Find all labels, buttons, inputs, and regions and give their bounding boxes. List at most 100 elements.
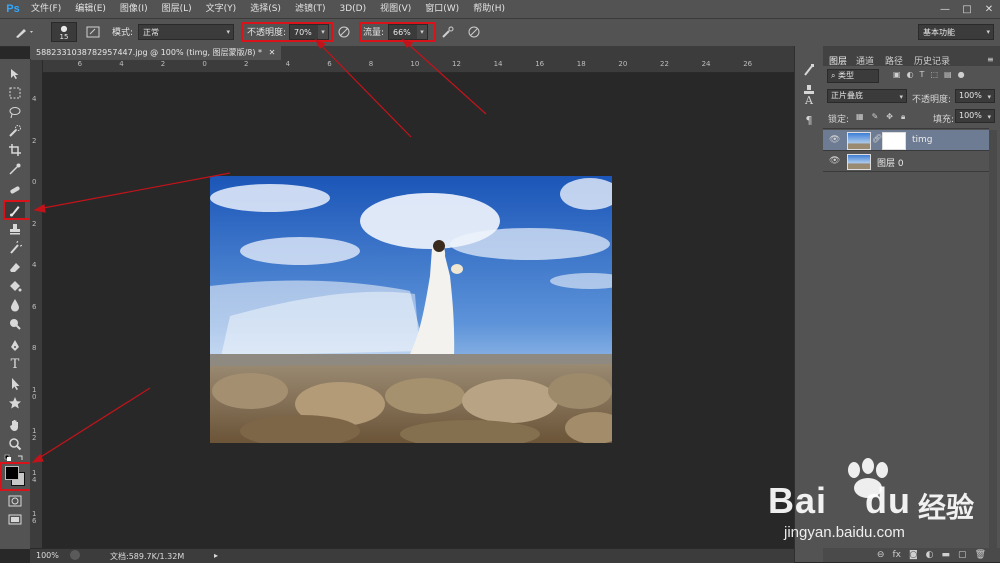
panel-menu-icon[interactable]: ≡ bbox=[987, 55, 994, 64]
layer-opacity-input[interactable]: 100% ▾ bbox=[955, 89, 995, 103]
pressure-size-icon[interactable] bbox=[466, 24, 482, 40]
filter-toggle-icon[interactable]: ● bbox=[958, 70, 965, 79]
menu-item[interactable]: 帮助(H) bbox=[466, 0, 512, 18]
lock-transparency-icon[interactable]: ▦ bbox=[856, 112, 864, 122]
shape-filter-icon[interactable]: ⬚ bbox=[930, 70, 938, 79]
blend-mode-select[interactable]: 正片叠底 ▾ bbox=[827, 89, 907, 103]
tab-paths[interactable]: 路径 bbox=[885, 54, 903, 67]
ruler-tick-label: 24 bbox=[701, 60, 711, 68]
brush-tool-preset-icon[interactable] bbox=[12, 24, 38, 40]
document-tab[interactable]: 588233103878295744​7.jpg @ 100% (timg, 图… bbox=[30, 46, 282, 60]
close-icon[interactable]: ✕ bbox=[269, 48, 276, 57]
layer-mask-thumbnail[interactable] bbox=[882, 132, 906, 150]
menu-item[interactable]: 滤镜(T) bbox=[288, 0, 333, 18]
lock-position-icon[interactable]: ✥ bbox=[886, 112, 893, 122]
mode-select[interactable]: 正常 ▾ bbox=[138, 24, 234, 40]
link-layers-icon[interactable]: ⊖ bbox=[877, 550, 885, 560]
brush-size-picker[interactable]: ● 15 bbox=[51, 22, 77, 42]
smart-object-filter-icon[interactable]: ▤ bbox=[944, 70, 952, 79]
document-image[interactable] bbox=[210, 176, 612, 443]
layers-panel-tabs bbox=[823, 46, 1000, 66]
new-group-icon[interactable]: ▬ bbox=[942, 550, 951, 560]
menu-item[interactable]: 选择(S) bbox=[243, 0, 288, 18]
eraser-tool-icon[interactable] bbox=[5, 258, 25, 275]
type-tool-icon[interactable]: T bbox=[5, 356, 25, 373]
document-tab-title: 588233103878295744​7.jpg @ 100% (timg, 图… bbox=[36, 48, 263, 57]
type-filter-icon[interactable]: T bbox=[920, 70, 925, 79]
fill-input[interactable]: 100% ▾ bbox=[955, 109, 995, 123]
menu-item[interactable]: 窗口(W) bbox=[418, 0, 466, 18]
tab-history[interactable]: 历史记录 bbox=[914, 54, 950, 67]
chevron-right-icon[interactable]: ▸ bbox=[214, 551, 218, 560]
new-layer-icon[interactable]: ▢ bbox=[958, 550, 967, 560]
hand-tool-icon[interactable] bbox=[5, 416, 25, 433]
trash-icon[interactable]: 🗑︎ bbox=[975, 550, 986, 560]
pixel-filter-icon[interactable]: ▣ bbox=[893, 70, 901, 79]
eyedropper-tool-icon[interactable] bbox=[5, 160, 25, 177]
crop-tool-icon[interactable] bbox=[5, 141, 25, 158]
menu-item[interactable]: 视图(V) bbox=[373, 0, 418, 18]
layer-filter-value: 类型 bbox=[838, 71, 855, 80]
eye-icon[interactable]: 👁︎ bbox=[829, 135, 840, 145]
layer-name: timg bbox=[912, 135, 933, 145]
menu-item[interactable]: 图像(I) bbox=[113, 0, 155, 18]
layer-row-layer0[interactable]: 👁︎ 图层 0 bbox=[823, 151, 989, 172]
pen-tool-icon[interactable] bbox=[5, 337, 25, 354]
brush-presets-icon[interactable] bbox=[801, 62, 817, 78]
paint-bucket-tool-icon[interactable] bbox=[5, 277, 25, 294]
screen-mode-icon[interactable] bbox=[5, 511, 25, 528]
ruler-tick-label: 22 bbox=[660, 60, 669, 68]
ruler-tick-label: 8 bbox=[368, 60, 374, 68]
horizontal-ruler[interactable]: 864202468101214161820222426 bbox=[30, 60, 794, 73]
lasso-tool-icon[interactable] bbox=[5, 103, 25, 120]
marquee-tool-icon[interactable] bbox=[5, 84, 25, 101]
zoom-tool-icon[interactable] bbox=[5, 435, 25, 452]
zoom-level[interactable]: 100% bbox=[36, 551, 59, 560]
dodge-tool-icon[interactable] bbox=[5, 315, 25, 332]
lock-all-icon[interactable]: 🔒︎ bbox=[901, 112, 905, 122]
workspace-select[interactable]: 基本功能 ▾ bbox=[918, 24, 994, 40]
maximize-button[interactable]: □ bbox=[956, 0, 978, 18]
adjustment-filter-icon[interactable]: ◐ bbox=[907, 70, 914, 79]
healing-brush-tool-icon[interactable] bbox=[5, 181, 25, 198]
add-mask-icon[interactable]: ◙ bbox=[909, 550, 918, 560]
tab-channels[interactable]: 通道 bbox=[856, 54, 874, 67]
lock-pixels-icon[interactable]: ✎ bbox=[872, 112, 879, 122]
menu-item[interactable]: 文字(Y) bbox=[199, 0, 244, 18]
adjustment-layer-icon[interactable]: ◐ bbox=[926, 550, 934, 560]
quick-mask-icon[interactable] bbox=[5, 492, 25, 509]
ruler-tick-label: 2 bbox=[32, 136, 37, 145]
eye-icon[interactable]: 👁︎ bbox=[829, 156, 840, 166]
menu-item[interactable]: 3D(D) bbox=[332, 0, 373, 18]
airbrush-icon[interactable] bbox=[440, 24, 456, 40]
character-panel-icon[interactable]: A bbox=[801, 92, 817, 108]
quick-selection-tool-icon[interactable] bbox=[5, 122, 25, 139]
close-button[interactable]: ✕ bbox=[978, 0, 1000, 18]
tab-layers[interactable]: 图层 bbox=[829, 54, 847, 67]
blur-tool-icon[interactable] bbox=[5, 296, 25, 313]
layer-filter-select[interactable]: ⌕ 类型 bbox=[827, 69, 879, 83]
move-tool-icon[interactable] bbox=[5, 65, 25, 82]
watermark-url: jingyan.baidu.com bbox=[784, 524, 905, 541]
chevron-down-icon: ▾ bbox=[899, 93, 903, 101]
path-selection-tool-icon[interactable] bbox=[5, 375, 25, 392]
shape-tool-icon[interactable] bbox=[5, 394, 25, 411]
menu-item[interactable]: 编辑(E) bbox=[68, 0, 113, 18]
ruler-tick-label: 4 bbox=[285, 60, 291, 68]
ruler-tick-label: 4 bbox=[119, 60, 124, 68]
menu-item[interactable]: 图层(L) bbox=[155, 0, 199, 18]
minimize-button[interactable]: — bbox=[934, 0, 956, 18]
paragraph-panel-icon[interactable]: ¶ bbox=[801, 112, 817, 128]
layer-style-icon[interactable]: fx bbox=[892, 550, 901, 560]
ruler-tick-label: 26 bbox=[743, 60, 753, 68]
chevron-down-icon: ▾ bbox=[987, 93, 991, 101]
brush-panel-icon[interactable] bbox=[85, 24, 101, 40]
history-brush-tool-icon[interactable] bbox=[5, 239, 25, 256]
layer-row-timg[interactable]: 👁︎ 🔗︎ timg bbox=[823, 130, 989, 151]
pressure-opacity-icon[interactable] bbox=[336, 24, 352, 40]
menu-item[interactable]: 文件(F) bbox=[24, 0, 68, 18]
clone-stamp-tool-icon[interactable] bbox=[5, 220, 25, 237]
link-icon[interactable]: 🔗︎ bbox=[872, 134, 882, 143]
ruler-tick-label: 6 bbox=[32, 302, 37, 311]
status-info-icon[interactable] bbox=[70, 550, 80, 560]
